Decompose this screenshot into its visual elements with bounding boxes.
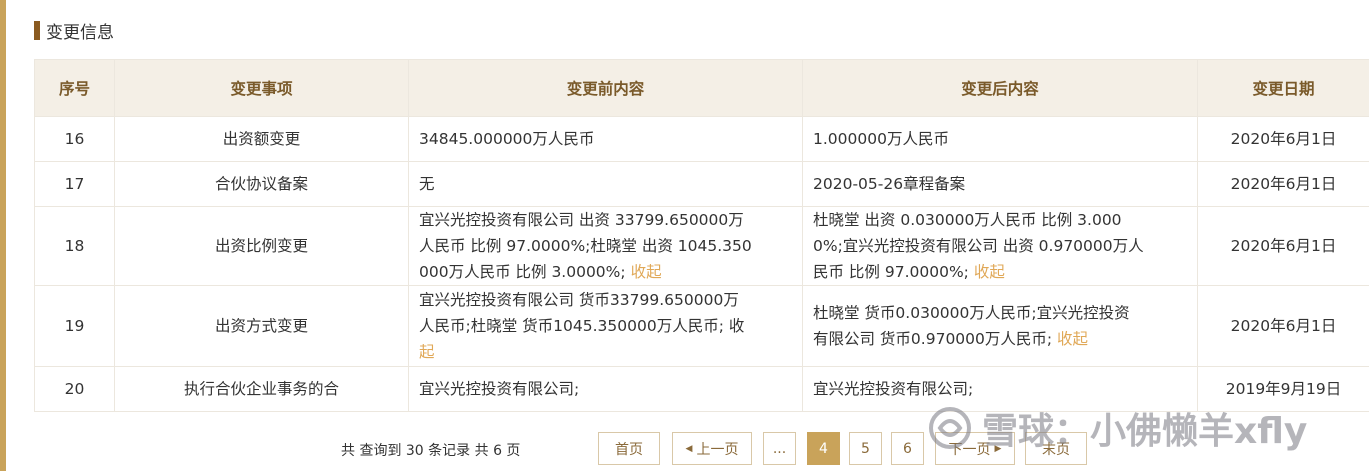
header-no: 序号 <box>34 59 115 117</box>
header-before: 变更前内容 <box>408 59 803 117</box>
section-title-marker <box>34 20 40 40</box>
cell-no: 18 <box>34 206 115 286</box>
first-page-button[interactable]: 首页 <box>598 432 660 465</box>
left-accent-border <box>0 0 6 471</box>
cell-item: 出资比例变更 <box>114 206 409 286</box>
cell-before: 宜兴光控投资有限公司; <box>408 366 803 412</box>
cell-line: 宜兴光控投资有限公司 出资 33799.650000万 <box>419 211 744 229</box>
table-row: 17 合伙协议备案 无 2020-05-26章程备案 2020年6月1日 <box>34 161 1369 207</box>
cell-after: 杜晓堂 出资 0.030000万人民币 比例 3.000 0%;宜兴光控投资有限… <box>802 206 1198 286</box>
cell-before: 34845.000000万人民币 <box>408 116 803 162</box>
cell-line: 杜晓堂 出资 0.030000万人民币 比例 3.000 <box>813 211 1122 229</box>
snowball-logo-icon <box>929 407 971 449</box>
cell-line: 000万人民币 比例 3.0000%; 收起 <box>419 259 792 285</box>
section-title: 变更信息 <box>34 18 114 43</box>
table-header-row: 序号 变更事项 变更前内容 变更后内容 变更日期 <box>34 59 1369 117</box>
cell-line: 有限公司 货币0.970000万人民币; 收起 <box>813 326 1187 352</box>
chevron-left-icon: ◀ <box>685 443 693 454</box>
cell-line: 人民币;杜晓堂 货币1045.350000万人民币; 收 <box>419 313 792 339</box>
table-row: 18 出资比例变更 宜兴光控投资有限公司 出资 33799.650000万 人民… <box>34 206 1369 286</box>
cell-no: 16 <box>34 116 115 162</box>
cell-line-text: 人民币;杜晓堂 货币1045.350000万人民币; 收 <box>419 317 745 335</box>
cell-item: 出资方式变更 <box>114 285 409 367</box>
cell-line: 0%;宜兴光控投资有限公司 出资 0.970000万人 <box>813 237 1144 255</box>
cell-date: 2020年6月1日 <box>1197 206 1369 286</box>
change-info-table: 序号 变更事项 变更前内容 变更后内容 变更日期 16 出资额变更 34845.… <box>34 59 1369 412</box>
cell-no: 19 <box>34 285 115 367</box>
cell-line-text: 有限公司 货币0.970000万人民币; <box>813 330 1058 348</box>
cell-after: 杜晓堂 货币0.030000万人民币;宜兴光控投资 有限公司 货币0.97000… <box>802 285 1198 367</box>
prev-page-button[interactable]: ◀ 上一页 <box>672 432 752 465</box>
cell-date: 2020年6月1日 <box>1197 285 1369 367</box>
cell-before: 宜兴光控投资有限公司 货币33799.650000万 人民币;杜晓堂 货币104… <box>408 285 803 367</box>
first-page-label: 首页 <box>615 441 643 458</box>
cell-before: 宜兴光控投资有限公司 出资 33799.650000万 人民币 比例 97.00… <box>408 206 803 286</box>
collapse-link[interactable]: 收起 <box>974 263 1005 281</box>
ellipsis-button[interactable]: ... <box>763 432 796 465</box>
header-after: 变更后内容 <box>802 59 1198 117</box>
cell-line: 杜晓堂 货币0.030000万人民币;宜兴光控投资 <box>813 304 1130 322</box>
cell-line: 人民币 比例 97.0000%;杜晓堂 出资 1045.350 <box>419 237 752 255</box>
pagination-summary: 共 查询到 30 条记录 共 6 页 <box>341 443 521 459</box>
cell-before: 无 <box>408 161 803 207</box>
header-date: 变更日期 <box>1197 59 1369 117</box>
collapse-link[interactable]: 收起 <box>631 263 662 281</box>
watermark: 雪球：小佛懒羊xfly <box>928 402 1307 454</box>
watermark-text: 雪球：小佛懒羊xfly <box>982 411 1308 452</box>
cell-line-text: 民币 比例 97.0000%; <box>813 263 974 281</box>
cell-date: 2020年6月1日 <box>1197 116 1369 162</box>
cell-item: 出资额变更 <box>114 116 409 162</box>
cell-date: 2020年6月1日 <box>1197 161 1369 207</box>
cell-line: 民币 比例 97.0000%; 收起 <box>813 259 1187 285</box>
cell-after: 1.000000万人民币 <box>802 116 1198 162</box>
cell-item: 合伙协议备案 <box>114 161 409 207</box>
table-row: 19 出资方式变更 宜兴光控投资有限公司 货币33799.650000万 人民币… <box>34 285 1369 367</box>
section-title-text: 变更信息 <box>46 22 114 43</box>
page-5-button[interactable]: 5 <box>849 432 882 465</box>
cell-no: 20 <box>34 366 115 412</box>
header-item: 变更事项 <box>114 59 409 117</box>
cell-no: 17 <box>34 161 115 207</box>
collapse-link[interactable]: 收起 <box>1057 330 1088 348</box>
cell-after: 2020-05-26章程备案 <box>802 161 1198 207</box>
cell-line: 宜兴光控投资有限公司 货币33799.650000万 <box>419 291 739 309</box>
page-4-button[interactable]: 4 <box>807 432 840 465</box>
page-6-button[interactable]: 6 <box>891 432 924 465</box>
cell-line: 起 <box>419 339 792 365</box>
cell-line-text: 000万人民币 比例 3.0000%; <box>419 263 631 281</box>
table-row: 16 出资额变更 34845.000000万人民币 1.000000万人民币 2… <box>34 116 1369 162</box>
collapse-link-tail[interactable]: 起 <box>419 343 435 361</box>
prev-page-label: 上一页 <box>696 441 739 458</box>
cell-item: 执行合伙企业事务的合 <box>114 366 409 412</box>
